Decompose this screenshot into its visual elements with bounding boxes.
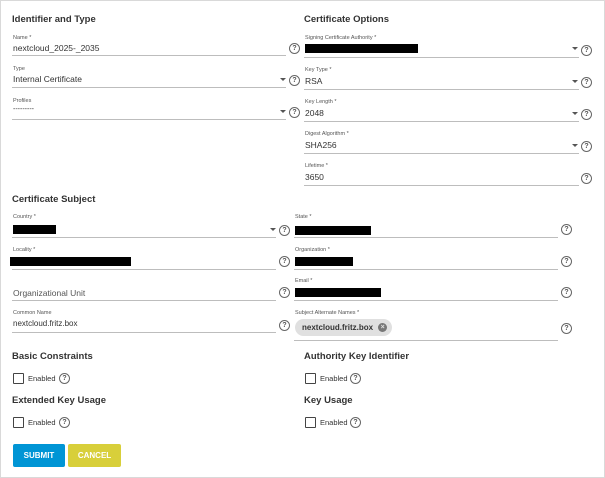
name-label: Name * xyxy=(13,35,32,41)
ca-redacted-value[interactable] xyxy=(305,44,418,53)
digest-chevron-down-icon[interactable] xyxy=(572,144,578,147)
type-chevron-down-icon[interactable] xyxy=(280,78,286,81)
submit-button[interactable]: SUBMIT xyxy=(13,444,65,467)
type-help-icon[interactable]: ? xyxy=(289,75,300,86)
type-label: Type xyxy=(13,66,25,72)
organization-help-icon[interactable]: ? xyxy=(561,256,572,267)
name-input[interactable]: nextcloud_2025-_2035 xyxy=(13,43,100,53)
profiles-select[interactable]: --------- xyxy=(13,106,34,113)
organization-redacted-value[interactable] xyxy=(295,257,353,266)
san-underline xyxy=(294,340,558,341)
key-usage-enabled-label: Enabled xyxy=(320,418,348,427)
state-underline xyxy=(294,237,558,238)
email-redacted-value[interactable] xyxy=(295,288,381,297)
lifetime-input[interactable]: 3650 xyxy=(305,172,324,182)
key-usage-help-icon[interactable]: ? xyxy=(350,417,361,428)
chip-remove-icon[interactable]: × xyxy=(378,323,388,332)
section-title-subject: Certificate Subject xyxy=(12,194,96,205)
cn-underline xyxy=(12,332,276,333)
san-chip[interactable]: nextcloud.fritz.box × xyxy=(295,319,393,336)
keylength-chevron-down-icon[interactable] xyxy=(572,112,578,115)
profiles-help-icon[interactable]: ? xyxy=(289,107,300,118)
keylength-underline xyxy=(304,121,579,122)
ca-underline xyxy=(304,57,579,58)
locality-redacted-value[interactable] xyxy=(10,257,131,266)
country-help-icon[interactable]: ? xyxy=(279,225,290,236)
profiles-label: Profiles xyxy=(13,98,32,104)
section-title-extended-key-usage: Extended Key Usage xyxy=(12,395,106,406)
section-title-key-usage: Key Usage xyxy=(304,395,353,406)
eku-enabled-label: Enabled xyxy=(28,418,56,427)
name-help-icon[interactable]: ? xyxy=(289,43,300,54)
email-help-icon[interactable]: ? xyxy=(561,287,572,298)
email-underline xyxy=(294,300,558,301)
aki-checkbox[interactable] xyxy=(305,373,316,384)
locality-underline xyxy=(12,269,276,270)
key-usage-checkbox[interactable] xyxy=(305,417,316,428)
ca-label: Signing Certificate Authority * xyxy=(305,35,377,41)
state-redacted-value[interactable] xyxy=(295,226,371,235)
ou-underline xyxy=(12,300,276,301)
section-title-authority-key-identifier: Authority Key Identifier xyxy=(304,351,410,362)
aki-help-icon[interactable]: ? xyxy=(350,373,361,384)
type-select[interactable]: Internal Certificate xyxy=(13,74,82,84)
name-underline xyxy=(12,55,286,56)
common-name-input[interactable]: nextcloud.fritz.box xyxy=(13,319,77,328)
organizational-unit-input[interactable]: Organizational Unit xyxy=(13,288,85,298)
country-chevron-down-icon[interactable] xyxy=(270,228,276,231)
lifetime-help-icon[interactable]: ? xyxy=(581,173,592,184)
locality-help-icon[interactable]: ? xyxy=(279,256,290,267)
digest-underline xyxy=(304,153,579,154)
cancel-button[interactable]: CANCEL xyxy=(68,444,121,467)
lifetime-label: Lifetime * xyxy=(305,163,328,169)
lifetime-underline xyxy=(304,185,579,186)
basic-constraints-enabled-label: Enabled xyxy=(28,374,56,383)
digest-select[interactable]: SHA256 xyxy=(305,140,337,150)
aki-enabled-label: Enabled xyxy=(320,374,348,383)
ca-chevron-down-icon[interactable] xyxy=(572,47,578,50)
organization-underline xyxy=(294,269,558,270)
locality-label: Locality * xyxy=(13,247,36,253)
keylength-select[interactable]: 2048 xyxy=(305,108,324,118)
profiles-underline xyxy=(12,119,286,120)
cn-help-icon[interactable]: ? xyxy=(279,320,290,331)
state-label: State * xyxy=(295,214,312,220)
profiles-chevron-down-icon[interactable] xyxy=(280,110,286,113)
organization-label: Organization * xyxy=(295,247,330,253)
keytype-chevron-down-icon[interactable] xyxy=(572,80,578,83)
keytype-label: Key Type * xyxy=(305,67,332,73)
keylength-label: Key Length * xyxy=(305,99,337,105)
ca-help-icon[interactable]: ? xyxy=(581,45,592,56)
keytype-help-icon[interactable]: ? xyxy=(581,77,592,88)
country-label: Country * xyxy=(13,214,36,220)
section-title-identifier: Identifier and Type xyxy=(12,14,96,25)
email-label: Email * xyxy=(295,278,313,284)
section-title-basic-constraints: Basic Constraints xyxy=(12,351,93,362)
san-chip-label: nextcloud.fritz.box xyxy=(302,323,374,332)
form-container: Identifier and Type Name * nextcloud_202… xyxy=(0,0,605,478)
keylength-help-icon[interactable]: ? xyxy=(581,109,592,120)
basic-constraints-checkbox[interactable] xyxy=(13,373,24,384)
san-help-icon[interactable]: ? xyxy=(561,323,572,334)
keytype-select[interactable]: RSA xyxy=(305,76,322,86)
eku-checkbox[interactable] xyxy=(13,417,24,428)
state-help-icon[interactable]: ? xyxy=(561,224,572,235)
section-title-options: Certificate Options xyxy=(304,14,389,25)
basic-constraints-help-icon[interactable]: ? xyxy=(59,373,70,384)
san-label: Subject Alternate Names * xyxy=(295,310,360,316)
ou-help-icon[interactable]: ? xyxy=(279,287,290,298)
common-name-label: Common Name xyxy=(13,310,52,316)
keytype-underline xyxy=(304,89,579,90)
country-underline xyxy=(12,237,276,238)
eku-help-icon[interactable]: ? xyxy=(59,417,70,428)
digest-label: Digest Algorithm * xyxy=(305,131,349,137)
type-underline xyxy=(12,87,286,88)
country-redacted-value[interactable] xyxy=(13,225,56,234)
digest-help-icon[interactable]: ? xyxy=(581,141,592,152)
